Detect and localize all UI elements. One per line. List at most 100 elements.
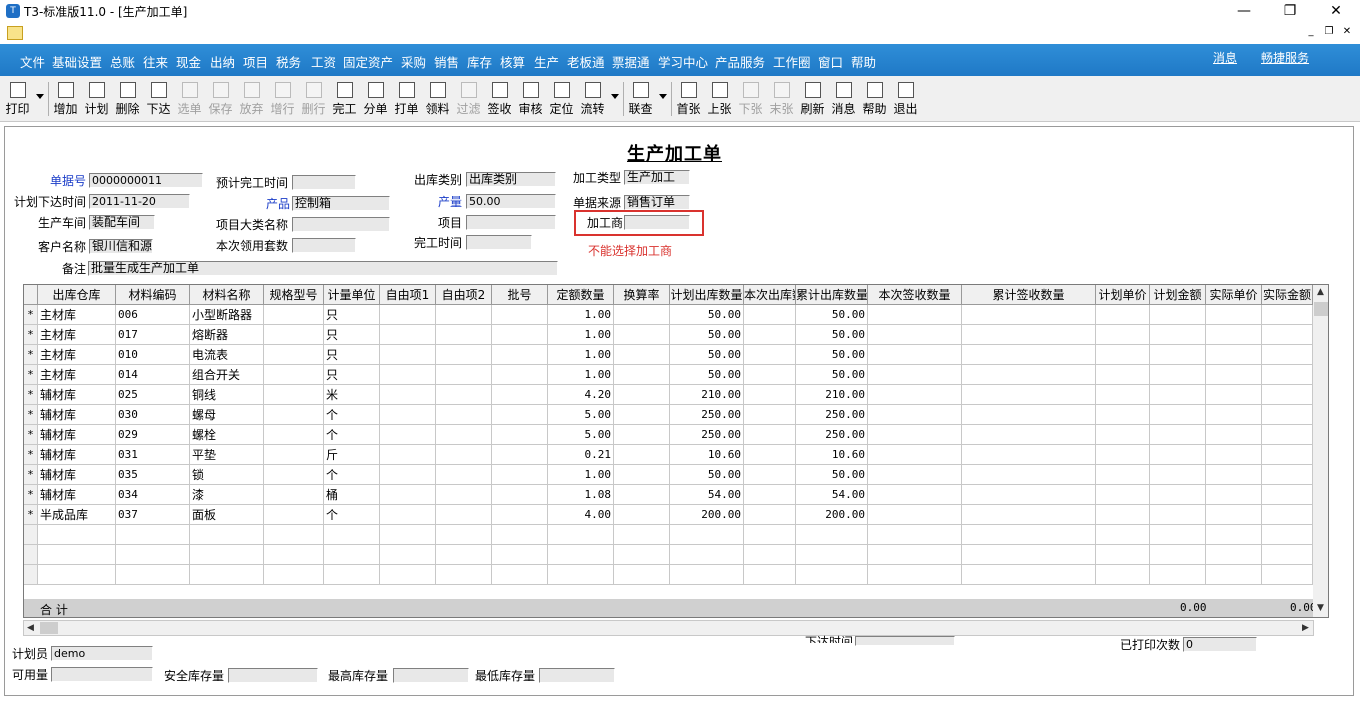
- table-cell[interactable]: [436, 485, 492, 505]
- table-cell[interactable]: 个: [324, 405, 380, 425]
- project-category-field[interactable]: [292, 217, 390, 232]
- column-header[interactable]: 换算率: [614, 285, 670, 305]
- table-cell[interactable]: 250.00: [670, 425, 744, 445]
- table-cell[interactable]: 铜线: [190, 385, 264, 405]
- table-cell[interactable]: [614, 345, 670, 365]
- table-cell[interactable]: [116, 525, 190, 545]
- table-cell[interactable]: [436, 365, 492, 385]
- table-cell[interactable]: [436, 525, 492, 545]
- table-cell[interactable]: 50.00: [670, 325, 744, 345]
- filter-button[interactable]: 过滤: [453, 80, 484, 118]
- mdi-minimize-button[interactable]: _: [1304, 26, 1318, 37]
- messages-link[interactable]: 消息: [1213, 49, 1237, 66]
- table-cell[interactable]: [670, 565, 744, 585]
- table-cell[interactable]: 4.20: [548, 385, 614, 405]
- scroll-right-icon[interactable]: ▶: [1302, 623, 1309, 633]
- table-cell[interactable]: [868, 425, 962, 445]
- table-cell[interactable]: [1262, 445, 1313, 465]
- table-cell[interactable]: [614, 305, 670, 325]
- table-cell[interactable]: 031: [116, 445, 190, 465]
- column-header[interactable]: 实际金额: [1262, 285, 1313, 305]
- table-cell[interactable]: [1096, 565, 1150, 585]
- customer-field[interactable]: 银川信和源: [89, 239, 153, 254]
- column-header[interactable]: 本次签收数量: [868, 285, 962, 305]
- table-cell[interactable]: [380, 325, 436, 345]
- link-dropdown[interactable]: [657, 80, 669, 118]
- sign-button[interactable]: 签收: [484, 80, 515, 118]
- plan-button[interactable]: 计划: [81, 80, 112, 118]
- table-cell[interactable]: [614, 565, 670, 585]
- link-query-button[interactable]: 联查: [625, 80, 656, 118]
- table-row[interactable]: [24, 525, 1313, 545]
- table-cell[interactable]: 电流表: [190, 345, 264, 365]
- table-cell[interactable]: [492, 385, 548, 405]
- menu-fixed-assets[interactable]: 固定资产: [343, 52, 393, 71]
- table-cell[interactable]: 1.00: [548, 345, 614, 365]
- table-cell[interactable]: [1096, 505, 1150, 525]
- issue-button[interactable]: 下达: [143, 80, 174, 118]
- table-cell[interactable]: 辅材库: [38, 405, 116, 425]
- table-cell[interactable]: [1206, 305, 1262, 325]
- menu-cash[interactable]: 现金: [176, 52, 201, 71]
- table-cell[interactable]: [796, 525, 868, 545]
- remark-field[interactable]: 批量生成生产加工单: [88, 261, 558, 276]
- table-cell[interactable]: [1206, 405, 1262, 425]
- table-cell[interactable]: 个: [324, 425, 380, 445]
- table-cell[interactable]: [962, 525, 1096, 545]
- menu-inventory[interactable]: 库存: [467, 52, 492, 71]
- table-cell[interactable]: 5.00: [548, 425, 614, 445]
- print-slip-button[interactable]: 打单: [391, 80, 422, 118]
- service-link[interactable]: 畅捷服务: [1261, 49, 1309, 66]
- table-cell[interactable]: [380, 545, 436, 565]
- max-stock-field[interactable]: [393, 668, 469, 683]
- table-cell[interactable]: [1206, 525, 1262, 545]
- table-cell[interactable]: [614, 365, 670, 385]
- table-cell[interactable]: [962, 465, 1096, 485]
- flow-button[interactable]: 流转: [577, 80, 608, 118]
- table-cell[interactable]: 1.08: [548, 485, 614, 505]
- table-cell[interactable]: [264, 425, 324, 445]
- table-cell[interactable]: [380, 525, 436, 545]
- maximize-button[interactable]: ❐: [1270, 1, 1310, 21]
- table-cell[interactable]: 006: [116, 305, 190, 325]
- table-cell[interactable]: [670, 545, 744, 565]
- menu-basic-settings[interactable]: 基础设置: [52, 52, 102, 71]
- table-cell[interactable]: [380, 345, 436, 365]
- column-header[interactable]: 规格型号: [264, 285, 324, 305]
- table-cell[interactable]: 5.00: [548, 405, 614, 425]
- column-header[interactable]: 出库仓库: [38, 285, 116, 305]
- scroll-left-icon[interactable]: ◀: [27, 623, 34, 633]
- print-button[interactable]: 打印: [2, 80, 33, 118]
- table-cell[interactable]: [1206, 565, 1262, 585]
- table-cell[interactable]: [1096, 325, 1150, 345]
- column-header[interactable]: 计划单价: [1096, 285, 1150, 305]
- table-row[interactable]: [24, 545, 1313, 565]
- table-cell[interactable]: [962, 425, 1096, 445]
- table-cell[interactable]: [1206, 505, 1262, 525]
- table-cell[interactable]: [436, 325, 492, 345]
- table-row[interactable]: * 半成品库 037 面板 个 4.00 200.00 200.00: [24, 505, 1313, 525]
- table-cell[interactable]: 辅材库: [38, 445, 116, 465]
- table-cell[interactable]: 250.00: [796, 405, 868, 425]
- table-cell[interactable]: [1096, 485, 1150, 505]
- table-cell[interactable]: 035: [116, 465, 190, 485]
- menu-receivables[interactable]: 往来: [143, 52, 168, 71]
- table-cell[interactable]: [614, 325, 670, 345]
- safety-stock-field[interactable]: [228, 668, 318, 683]
- table-cell[interactable]: 50.00: [796, 365, 868, 385]
- table-cell[interactable]: 只: [324, 345, 380, 365]
- locate-button[interactable]: 定位: [546, 80, 577, 118]
- table-cell[interactable]: 50.00: [796, 345, 868, 365]
- table-cell[interactable]: 主材库: [38, 305, 116, 325]
- table-cell[interactable]: [1262, 505, 1313, 525]
- help-button[interactable]: 帮助: [859, 80, 890, 118]
- table-row[interactable]: * 主材库 014 组合开关 只 1.00 50.00 50.00: [24, 365, 1313, 385]
- product-field[interactable]: 控制箱: [292, 196, 390, 211]
- table-cell[interactable]: [436, 505, 492, 525]
- table-cell[interactable]: [962, 385, 1096, 405]
- menu-tax[interactable]: 税务: [276, 52, 301, 71]
- table-row[interactable]: * 主材库 010 电流表 只 1.00 50.00 50.00: [24, 345, 1313, 365]
- table-cell[interactable]: [492, 445, 548, 465]
- table-cell[interactable]: 50.00: [670, 465, 744, 485]
- table-cell[interactable]: [962, 445, 1096, 465]
